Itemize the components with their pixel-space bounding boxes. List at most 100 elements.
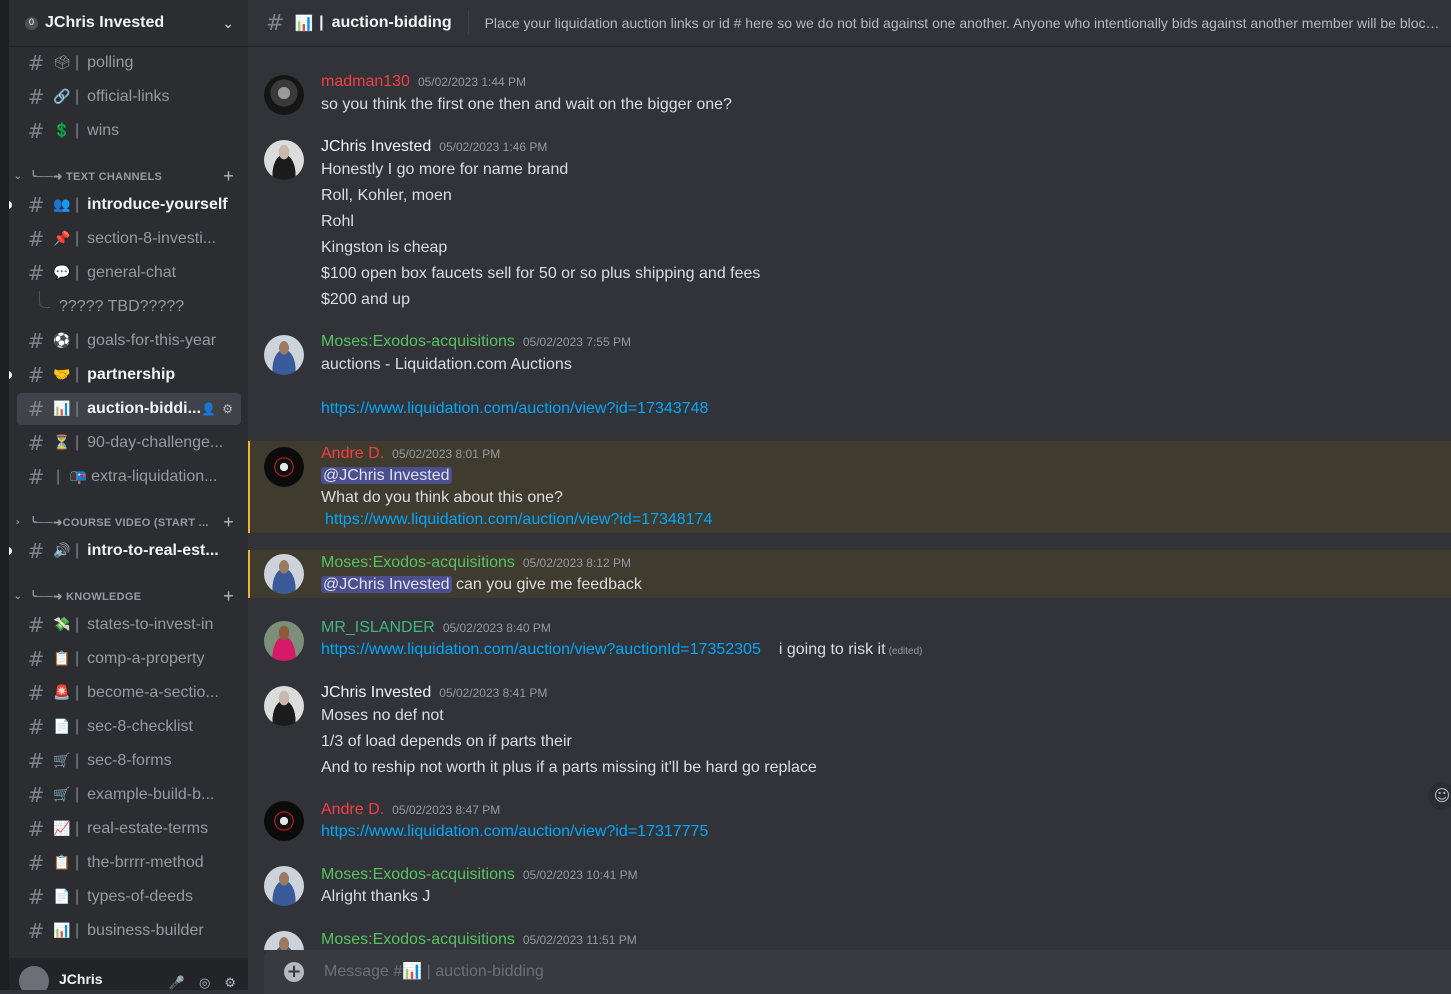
hash-icon: # (27, 647, 45, 671)
avatar[interactable] (264, 75, 304, 115)
channel-extra-liquidation[interactable]: # | 📭 extra-liquidation... (17, 461, 241, 493)
category-knowledge[interactable]: ⌄ ╰──➜ KNOWLEDGE + (9, 586, 248, 606)
user-mention[interactable]: @JChris Invested (321, 576, 452, 593)
avatar[interactable] (264, 621, 304, 661)
timestamp: 05/02/2023 8:01 PM (392, 447, 501, 461)
message-highlighted: Moses:Exodos-acquisitions 05/02/2023 8:1… (248, 550, 1451, 598)
add-attachment-icon[interactable]: + (284, 962, 304, 982)
channel-90-day-challenge[interactable]: # ⏳ | 90-day-challenge... (17, 427, 241, 459)
channel-section-8-investing[interactable]: # 📌 | section-8-investi... (17, 223, 241, 255)
server-header[interactable]: 0 JChris Invested ⌄ (9, 0, 248, 47)
channel-auction-bidding[interactable]: # 📊 | auction-biddi... 👤 ⚙ (17, 393, 241, 425)
channel-example-build-b[interactable]: # 🛒 | example-build-b... (17, 779, 241, 811)
hash-icon: # (27, 51, 45, 75)
author-name[interactable]: Moses:Exodos-acquisitions (321, 866, 515, 884)
hash-icon: # (27, 363, 45, 387)
channel-topic[interactable]: Place your liquidation auction links or … (485, 15, 1443, 31)
avatar[interactable] (264, 686, 304, 726)
document-icon: 📄 (53, 719, 71, 735)
timestamp: 05/02/2023 8:40 PM (442, 621, 551, 635)
author-name[interactable]: MR_ISLANDER (321, 619, 435, 637)
author-name[interactable]: JChris Invested (321, 138, 431, 156)
avatar[interactable] (19, 966, 49, 990)
add-channel-icon[interactable]: + (223, 166, 234, 187)
chevron-down-icon[interactable]: ⌄ (222, 15, 234, 32)
separator: | (75, 400, 80, 417)
avatar[interactable] (264, 447, 304, 487)
hash-icon: # (27, 329, 45, 353)
message-text: @JChris Invested can you give me feedbac… (321, 576, 642, 594)
channel-label: official-links (87, 88, 170, 105)
message-link[interactable]: https://www.liquidation.com/auction/view… (325, 511, 712, 529)
siren-icon: 🚨 (53, 685, 71, 701)
avatar[interactable] (264, 140, 304, 180)
channel-real-estate-terms[interactable]: # 📈 | real-estate-terms (17, 813, 241, 845)
message-composer: + (264, 950, 1451, 994)
avatar[interactable] (264, 554, 304, 594)
invite-icon[interactable]: 👤 (201, 402, 216, 416)
avatar[interactable] (264, 335, 304, 375)
channel-official-links[interactable]: # 🔗 | official-links (17, 81, 241, 113)
author-name[interactable]: Moses:Exodos-acquisitions (321, 931, 515, 949)
channel-goals-for-this-year[interactable]: # ⚽ | goals-for-this-year (17, 325, 241, 357)
author-name[interactable]: madman130 (321, 73, 410, 91)
channel-introduce-yourself[interactable]: # 👥 | introduce-yourself (9, 189, 241, 221)
message-list: madman130 05/02/2023 1:44 PM so you thin… (248, 47, 1451, 950)
message-link[interactable]: https://www.liquidation.com/auction/view… (321, 641, 761, 658)
channel-label: auction-biddi... (87, 400, 201, 417)
channel-sec-8-forms[interactable]: # 🛒 | sec-8-forms (17, 745, 241, 777)
channel-become-a-section-8[interactable]: # 🚨 | become-a-sectio... (17, 677, 241, 709)
hash-icon: # (27, 227, 45, 251)
gear-icon[interactable]: ⚙ (222, 402, 233, 416)
author-name[interactable]: Moses:Exodos-acquisitions (321, 333, 515, 351)
message-input[interactable] (322, 962, 1226, 982)
avatar[interactable] (264, 866, 304, 906)
message-text: Roll, Kohler, moen (321, 187, 452, 204)
user-mention[interactable]: @JChris Invested (321, 467, 452, 484)
avatar[interactable] (264, 931, 304, 950)
category-course-video[interactable]: › ╰──➜COURSE VIDEO (START ... + (9, 512, 248, 532)
emoji-reaction-icon[interactable]: ☺ (1428, 782, 1451, 810)
channel-title: auction-bidding (331, 14, 452, 31)
add-channel-icon[interactable]: + (223, 512, 234, 533)
author-name[interactable]: Andre D. (321, 445, 384, 463)
author-name[interactable]: Moses:Exodos-acquisitions (321, 554, 515, 572)
channel-comp-a-property[interactable]: # 📋 | comp-a-property (17, 643, 241, 675)
channel-intro-to-real-estate[interactable]: # 🔊 | intro-to-real-est... (9, 535, 241, 567)
add-channel-icon[interactable]: + (223, 586, 234, 607)
channel-sec-8-checklist[interactable]: # 📄 | sec-8-checklist (17, 711, 241, 743)
hash-icon: # (27, 613, 45, 637)
hash-icon: # (27, 919, 45, 943)
channel-the-brrrr-method[interactable]: # 📋 | the-brrrr-method (17, 847, 241, 879)
edited-marker: (edited) (888, 646, 923, 657)
message-link[interactable]: https://www.liquidation.com/auction/view… (321, 400, 708, 418)
hash-icon: # (27, 749, 45, 773)
channel-states-to-invest-in[interactable]: # 💸 | states-to-invest-in (17, 609, 241, 641)
microphone-icon[interactable]: 🎤 (169, 976, 185, 991)
user-name[interactable]: JChris (59, 971, 169, 987)
category-text-channels[interactable]: ⌄ ╰──➜ TEXT CHANNELS + (9, 166, 248, 186)
clipboard-icon: 📋 (53, 651, 71, 667)
separator: | (75, 616, 80, 633)
channel-types-of-deeds[interactable]: # 📄 | types-of-deeds (17, 881, 241, 913)
chevron-right-icon: › (15, 516, 21, 528)
channel-header: # 📊 | auction-bidding Place your liquida… (248, 0, 1451, 47)
message-header: Moses:Exodos-acquisitions 05/02/2023 11:… (321, 931, 637, 949)
thread-tbd[interactable]: ????? TBD????? (17, 291, 241, 323)
channel-general-chat[interactable]: # 💬 | general-chat (17, 257, 241, 289)
channel-partnership[interactable]: # 🤝 | partnership (9, 359, 241, 391)
bar-chart-icon: 📊 (294, 14, 314, 32)
people-icon: 👥 (53, 197, 71, 213)
message-link[interactable]: https://www.liquidation.com/auction/view… (321, 823, 708, 841)
hash-icon: # (27, 783, 45, 807)
message: MR_ISLANDER 05/02/2023 8:40 PM https://w… (248, 619, 1451, 667)
channel-polling[interactable]: # 🗳 | polling (17, 47, 241, 79)
avatar[interactable] (264, 801, 304, 841)
server-name: JChris Invested (45, 14, 165, 31)
channel-wins[interactable]: # 💲 | wins (17, 115, 241, 147)
gear-icon[interactable]: ⚙ (224, 976, 236, 991)
author-name[interactable]: Andre D. (321, 801, 384, 819)
author-name[interactable]: JChris Invested (321, 684, 431, 702)
headphones-icon[interactable]: ◎ (199, 976, 210, 991)
channel-business-builder[interactable]: # 📊 | business-builder (17, 915, 241, 947)
